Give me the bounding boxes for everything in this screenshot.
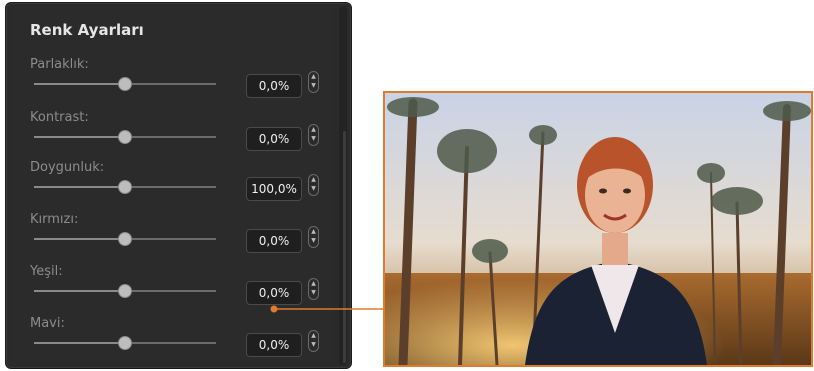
slider-fill — [34, 290, 125, 292]
kirmizi-value-field[interactable]: 0,0% — [246, 229, 302, 253]
kontrast-value-field[interactable]: 0,0% — [246, 127, 302, 151]
video-preview-image — [385, 93, 811, 365]
kontrast-label: Kontrast: — [30, 110, 89, 125]
slider-knob[interactable] — [118, 284, 132, 298]
slider-fill — [34, 238, 125, 240]
doygunluk-slider[interactable] — [34, 180, 216, 194]
slider-knob[interactable] — [118, 180, 132, 194]
up-down-arrows-icon[interactable]: ▲ ▼ — [308, 174, 319, 196]
mavi-value-field[interactable]: 0,0% — [246, 333, 302, 357]
yesil-label: Yeşil: — [30, 264, 63, 279]
slider-fill — [34, 136, 125, 138]
connector-line — [270, 305, 385, 313]
row-mavi: Mavi: 0,0% ▲ ▼ — [0, 316, 340, 368]
up-down-arrows-icon[interactable]: ▲ ▼ — [308, 71, 319, 93]
slider-fill — [34, 186, 125, 188]
parlaklik-slider[interactable] — [34, 77, 216, 91]
yesil-value-field[interactable]: 0,0% — [246, 281, 302, 305]
row-kirmizi: Kırmızı: 0,0% ▲ ▼ — [0, 212, 340, 264]
up-down-arrows-icon[interactable]: ▲ ▼ — [308, 226, 319, 248]
mavi-slider[interactable] — [34, 336, 216, 350]
slider-knob[interactable] — [118, 336, 132, 350]
video-preview — [383, 91, 813, 367]
kontrast-slider[interactable] — [34, 130, 216, 144]
row-parlaklik: Parlaklık: 0,0% ▲ ▼ — [0, 57, 340, 109]
row-doygunluk: Doygunluk: 100,0% ▲ ▼ — [0, 160, 340, 212]
scrollbar-thumb[interactable] — [343, 131, 346, 363]
slider-knob[interactable] — [118, 77, 132, 91]
up-down-arrows-icon[interactable]: ▲ ▼ — [308, 330, 319, 352]
doygunluk-value-field[interactable]: 100,0% — [246, 177, 302, 201]
kirmizi-label: Kırmızı: — [30, 212, 79, 227]
yesil-slider[interactable] — [34, 284, 216, 298]
row-kontrast: Kontrast: 0,0% ▲ ▼ — [0, 110, 340, 162]
mavi-label: Mavi: — [30, 316, 65, 331]
slider-fill — [34, 342, 125, 344]
parlaklik-value-field[interactable]: 0,0% — [246, 74, 302, 98]
up-down-arrows-icon[interactable]: ▲ ▼ — [308, 124, 319, 146]
slider-knob[interactable] — [118, 130, 132, 144]
doygunluk-label: Doygunluk: — [30, 160, 105, 175]
parlaklik-label: Parlaklık: — [30, 57, 89, 72]
slider-knob[interactable] — [118, 232, 132, 246]
slider-fill — [34, 83, 125, 85]
panel-title: Renk Ayarları — [30, 21, 144, 39]
up-down-arrows-icon[interactable]: ▲ ▼ — [308, 278, 319, 300]
kirmizi-slider[interactable] — [34, 232, 216, 246]
